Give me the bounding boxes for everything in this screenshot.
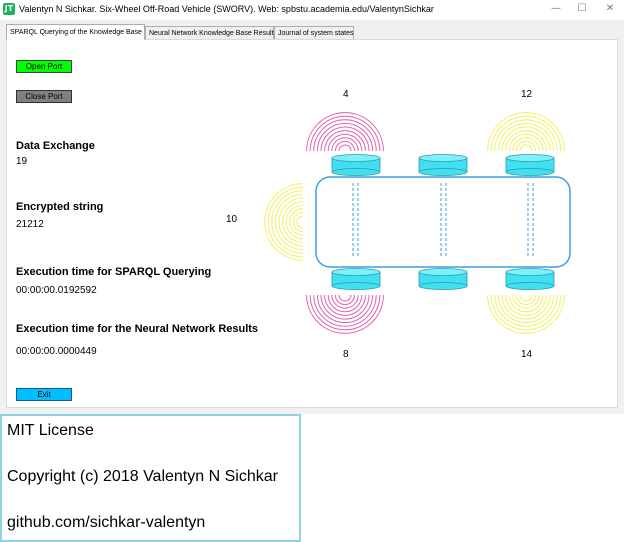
license-title: MIT License: [7, 422, 94, 439]
license-github: github.com/sichkar-valentyn: [7, 514, 206, 531]
sensor-arc-front-left: [306, 112, 384, 152]
wheel-front-right: [505, 154, 555, 176]
wheel-rear-left: [331, 268, 381, 290]
app-window: JT Valentyn N Sichkar. Six-Wheel Off-Roa…: [0, 0, 624, 414]
vehicle-body: [315, 176, 571, 268]
wheel-front-left: [331, 154, 381, 176]
vehicle-diagram: [264, 112, 571, 334]
sensor-arc-rear-left: [306, 294, 384, 334]
wheel-front-middle: [418, 154, 468, 176]
sensor-arc-front-right: [487, 112, 565, 152]
vehicle-chassis: [315, 176, 571, 268]
sensor-arc-rear-right: [487, 294, 565, 334]
wheel-rear-right: [505, 268, 555, 290]
tab-sparql-querying[interactable]: SPARQL Querying of the Knowledge Base: [6, 24, 145, 40]
sensor-arc-left: [264, 183, 304, 261]
license-copyright: Copyright (c) 2018 Valentyn N Sichkar: [7, 468, 278, 485]
license-box: MIT License Copyright (c) 2018 Valentyn …: [0, 414, 301, 542]
wheel-rear-middle: [418, 268, 468, 290]
